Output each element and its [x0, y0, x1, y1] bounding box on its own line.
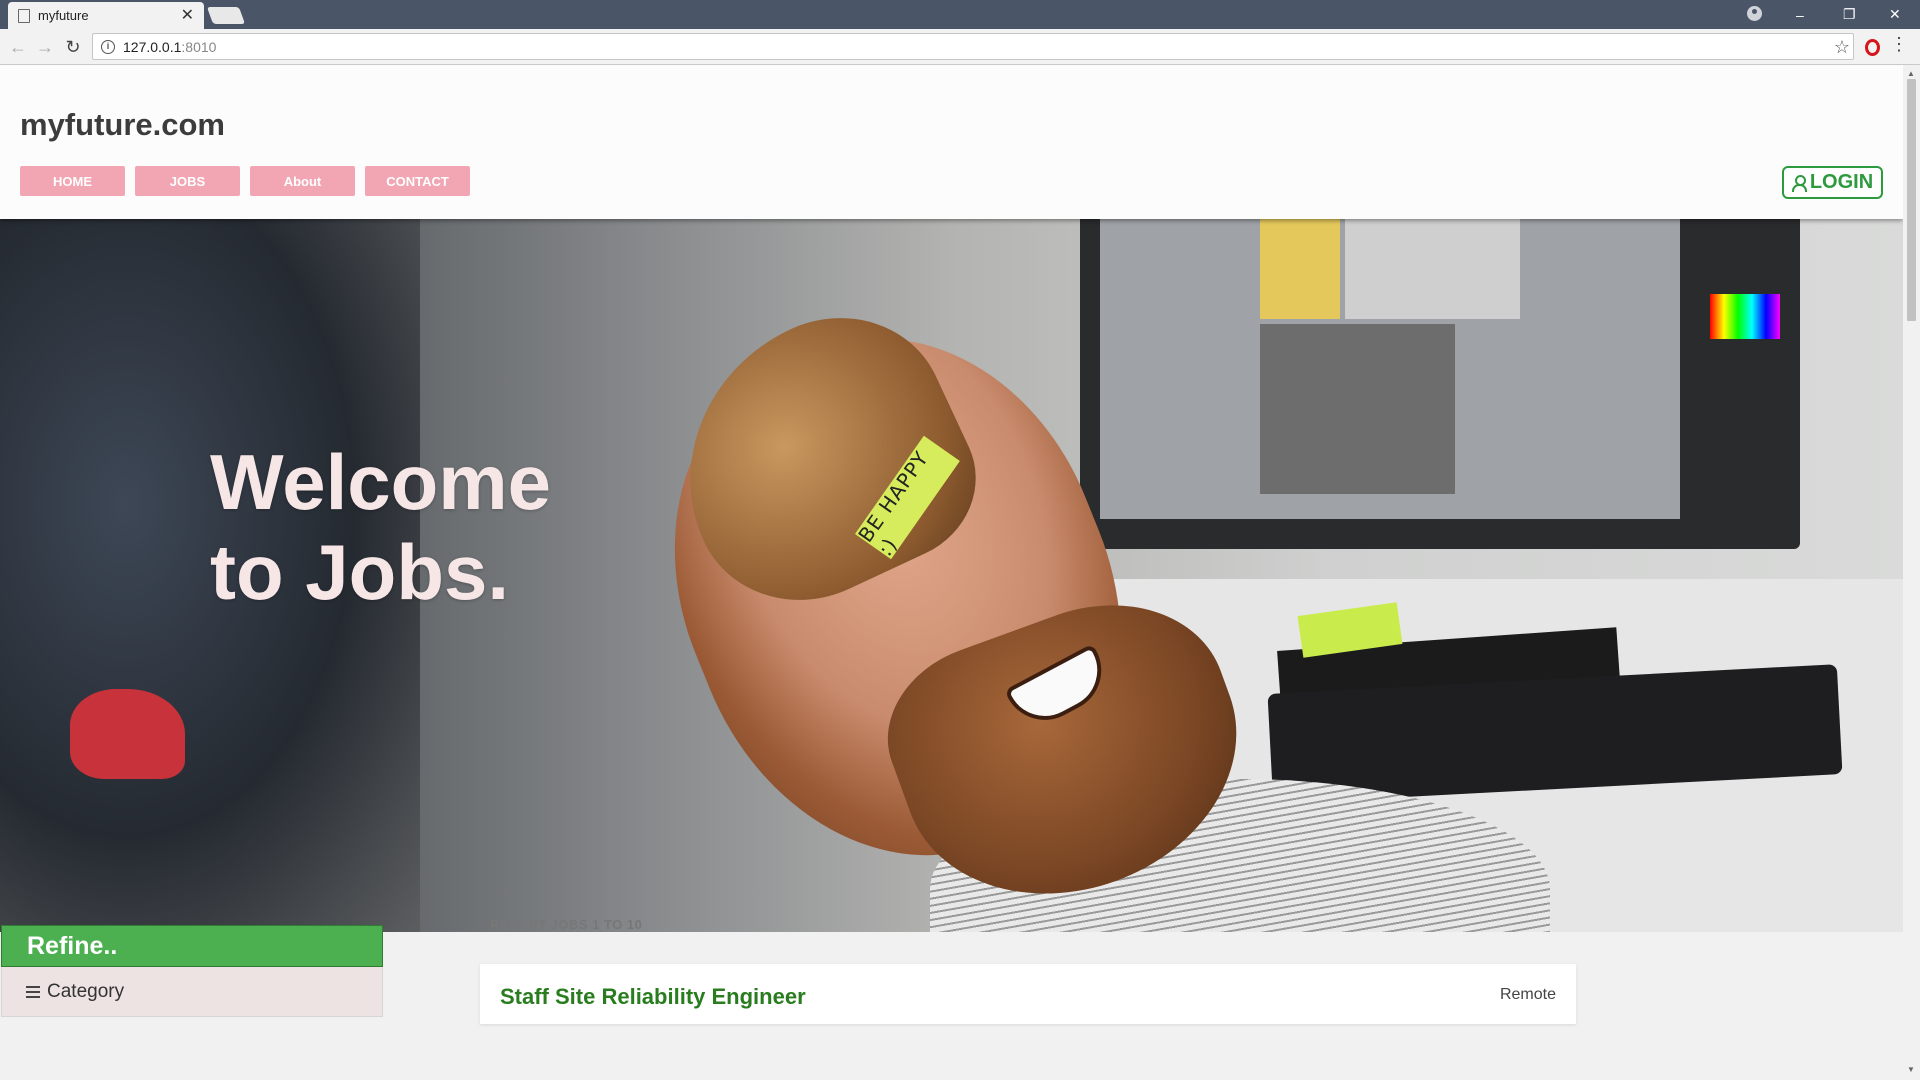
browser-tab-bar: myfuture ✕ – ❐ ✕	[0, 0, 1920, 29]
scroll-up-icon[interactable]: ▲	[1907, 69, 1915, 78]
url-port: :8010	[181, 38, 217, 55]
job-card[interactable]: Staff Site Reliability Engineer Remote	[480, 964, 1576, 1024]
bookmark-star-icon[interactable]: ☆	[1834, 37, 1850, 58]
browser-toolbar: ← → ↻ i 127.0.0.1:8010 ☆ ⋮	[0, 29, 1920, 65]
job-location: Remote	[1499, 986, 1556, 1003]
back-icon[interactable]: ←	[7, 36, 29, 58]
menu-about-button[interactable]: About	[250, 166, 355, 196]
hero-title-line2: to Jobs.	[210, 528, 510, 616]
category-filter[interactable]: Category	[1, 967, 383, 1017]
hero-title-line1: Welcome	[210, 438, 552, 526]
close-window-button[interactable]: ✕	[1889, 0, 1901, 29]
tab-close-icon[interactable]: ✕	[181, 7, 194, 24]
recent-jobs-heading: RECENT JOBS 1 TO 10	[490, 917, 643, 932]
hero-screen-tile	[1345, 219, 1520, 319]
browser-tab[interactable]: myfuture ✕	[8, 2, 204, 29]
page-icon	[18, 8, 30, 23]
user-icon	[1791, 174, 1807, 192]
login-label: LOGIN	[1809, 171, 1874, 193]
category-label: Category	[47, 980, 125, 1002]
profile-icon[interactable]	[1747, 6, 1762, 21]
hero-screen-tile	[1260, 219, 1340, 319]
page-viewport: myfuture.com HOME JOBS About CONTACT LOG…	[0, 65, 1903, 1080]
address-bar[interactable]: i 127.0.0.1:8010	[92, 33, 1854, 60]
url-host: 127.0.0.1	[123, 38, 182, 55]
menu-jobs-button[interactable]: JOBS	[135, 166, 240, 196]
refine-header: Refine..	[1, 925, 383, 967]
hero-banner: BE HAPPY :) Welcome to Jobs.	[0, 219, 1903, 932]
site-header: myfuture.com HOME JOBS About CONTACT LOG…	[0, 65, 1903, 219]
main-menu: HOME JOBS About CONTACT	[20, 166, 470, 196]
page-scrollbar[interactable]: ▲ ▼	[1903, 65, 1920, 1080]
scrollbar-thumb[interactable]	[1907, 79, 1916, 321]
hero-color-palette	[1710, 294, 1780, 339]
scroll-down-icon[interactable]: ▼	[1907, 1065, 1915, 1074]
forward-icon[interactable]: →	[34, 36, 56, 58]
opera-extension-icon[interactable]	[1865, 39, 1880, 56]
minimize-button[interactable]: –	[1796, 0, 1804, 29]
restore-button[interactable]: ❐	[1843, 0, 1856, 29]
new-tab-button[interactable]	[206, 7, 246, 24]
hero-title: Welcome to Jobs.	[210, 437, 551, 617]
tab-title: myfuture	[38, 8, 89, 23]
hero-screen-tile	[1260, 324, 1455, 494]
list-icon	[26, 985, 40, 998]
menu-home-button[interactable]: HOME	[20, 166, 125, 196]
browser-menu-icon[interactable]: ⋮	[1890, 35, 1908, 53]
login-button[interactable]: LOGIN	[1782, 166, 1883, 199]
menu-contact-button[interactable]: CONTACT	[365, 166, 470, 196]
job-title[interactable]: Staff Site Reliability Engineer	[500, 984, 806, 1010]
info-icon[interactable]: i	[101, 39, 115, 54]
reload-icon[interactable]: ↻	[62, 36, 84, 58]
hero-shoe	[70, 689, 185, 779]
site-brand[interactable]: myfuture.com	[20, 107, 225, 143]
